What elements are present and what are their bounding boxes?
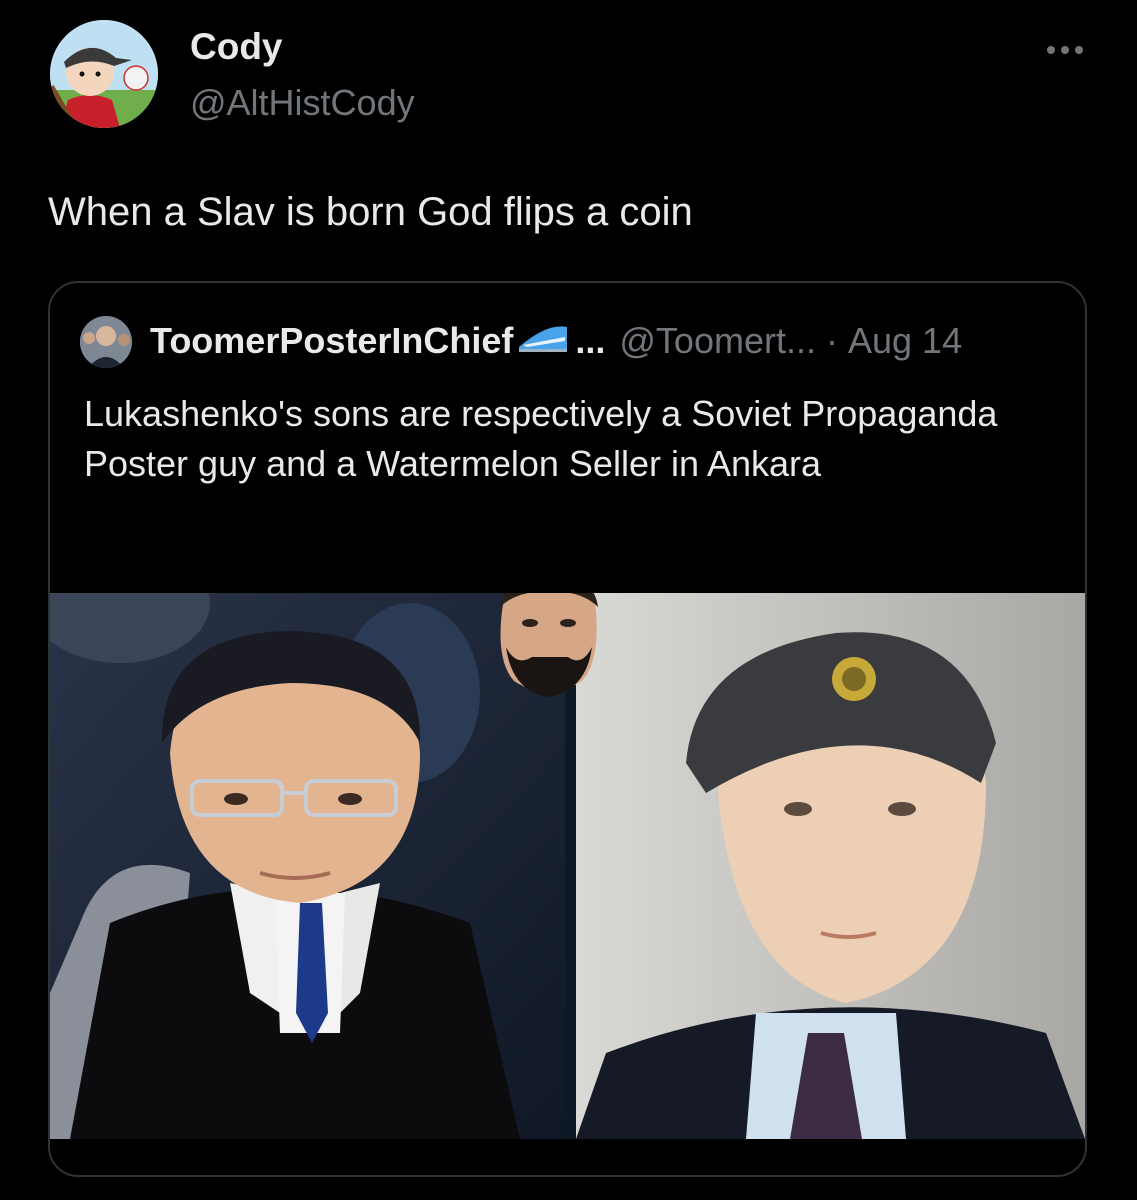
quoted-image[interactable] <box>50 593 1085 1139</box>
tweet-text: When a Slav is born God flips a coin <box>48 190 693 234</box>
separator-dot: · <box>825 319 838 361</box>
left-photo-panel <box>50 593 565 1139</box>
name-ellipsis: ... <box>575 319 606 361</box>
more-options-icon[interactable] <box>1045 30 1085 64</box>
quoted-text: Lukashenko's sons are respectively a Sov… <box>84 393 998 484</box>
right-photo-panel <box>576 593 1085 1139</box>
quoted-tweet[interactable]: ToomerPosterInChief ... @Toomert... · Au… <box>48 281 1087 1177</box>
author-name[interactable]: Cody <box>190 26 283 68</box>
quoted-author-name[interactable]: ToomerPosterInChief <box>150 320 513 362</box>
author-avatar[interactable] <box>50 20 158 128</box>
quoted-header: ToomerPosterInChief ... @Toomert... · Au… <box>150 319 962 362</box>
author-handle[interactable]: @AltHistCody <box>190 82 415 124</box>
overlay-face-sticker <box>492 593 604 703</box>
quoted-date[interactable]: Aug 14 <box>848 320 962 362</box>
quoted-author-avatar[interactable] <box>80 316 132 368</box>
quoted-author-handle[interactable]: @Toomert... <box>619 320 816 362</box>
train-emoji-icon <box>517 319 569 362</box>
